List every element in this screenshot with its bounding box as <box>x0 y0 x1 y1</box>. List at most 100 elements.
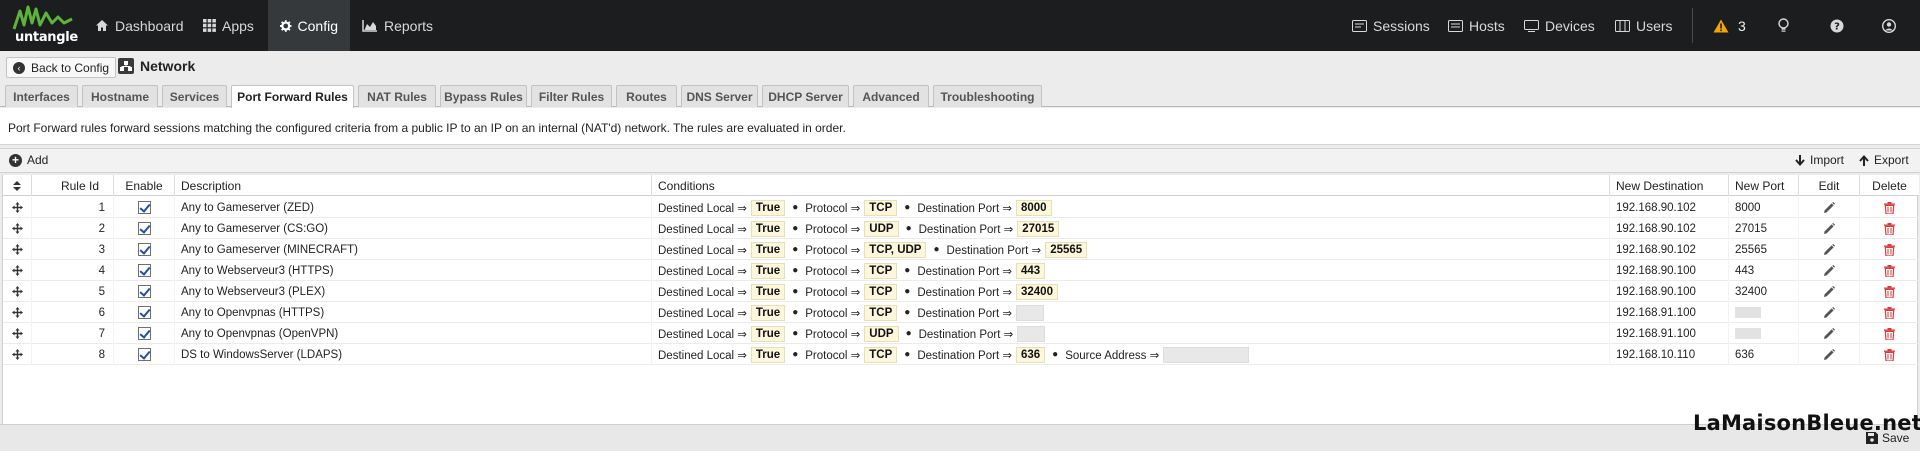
nav-apps[interactable]: Apps <box>191 0 266 51</box>
rule-id-column-header[interactable]: Rule Id <box>32 175 114 196</box>
trash-icon[interactable] <box>1884 243 1895 256</box>
rule-conditions: Destined Local ⇒ True ● Protocol ⇒ TCP ● Desti… <box>652 281 1610 302</box>
nav-users[interactable]: Users <box>1603 0 1685 51</box>
enable-checkbox[interactable] <box>137 264 151 277</box>
edit-cell <box>1799 218 1860 239</box>
enable-column-header[interactable]: Enable <box>114 175 175 196</box>
rule-description: Any to Gameserver (ZED) <box>175 197 652 218</box>
table-row[interactable]: 4 Any to Webserveur3 (HTTPS) Destined Loca… <box>3 260 1919 281</box>
drag-handle[interactable] <box>3 323 32 344</box>
tab-hostname[interactable]: Hostname <box>82 85 158 107</box>
arrow-down-icon <box>1795 154 1805 166</box>
enable-checkbox[interactable] <box>137 222 151 235</box>
drag-handle[interactable] <box>3 281 32 302</box>
bullet-separator: ● <box>904 202 911 213</box>
condition-value: True <box>750 304 786 321</box>
pencil-icon[interactable] <box>1823 327 1835 340</box>
trash-icon[interactable] <box>1884 327 1895 340</box>
enable-checkbox[interactable] <box>137 348 151 361</box>
enable-checkbox[interactable] <box>137 285 151 298</box>
pencil-icon[interactable] <box>1823 285 1835 298</box>
drag-handle[interactable] <box>3 260 32 281</box>
nav-config[interactable]: Config <box>268 0 350 51</box>
tab-routes[interactable]: Routes <box>616 85 677 107</box>
table-row[interactable]: 2 Any to Gameserver (CS:GO) Destined Local… <box>3 218 1919 239</box>
add-rule-label: Add <box>27 153 49 167</box>
new-port-column-header[interactable]: New Port <box>1729 175 1799 196</box>
tab-filter-rules[interactable]: Filter Rules <box>531 85 612 107</box>
import-button[interactable]: Import <box>1795 153 1844 167</box>
rule-id: 1 <box>32 197 114 218</box>
tab-nat-rules[interactable]: NAT Rules <box>358 85 436 107</box>
back-to-config-button[interactable]: ‹ Back to Config <box>6 57 117 78</box>
tab-bypass-rules[interactable]: Bypass Rules <box>440 85 527 107</box>
tab-troubleshooting[interactable]: Troubleshooting <box>933 85 1042 107</box>
enable-checkbox[interactable] <box>137 201 151 214</box>
enable-checkbox[interactable] <box>137 243 151 256</box>
condition: Destination Port ⇒ 25565 <box>947 241 1088 258</box>
nav-devices[interactable]: Devices <box>1512 0 1607 51</box>
table-row[interactable]: 3 Any to Gameserver (MINECRAFT) Destined L… <box>3 239 1919 260</box>
nav-tips[interactable] <box>1766 0 1807 51</box>
nav-sessions[interactable]: Sessions <box>1340 0 1442 51</box>
conditions-column-header[interactable]: Conditions <box>652 175 1610 196</box>
nav-hosts[interactable]: Hosts <box>1436 0 1517 51</box>
column-label: Edit <box>1818 178 1840 193</box>
pencil-icon[interactable] <box>1823 243 1835 256</box>
nav-dashboard[interactable]: Dashboard <box>83 0 196 51</box>
pencil-icon[interactable] <box>1823 201 1835 214</box>
enable-checkbox[interactable] <box>137 327 151 340</box>
tab-dns-server[interactable]: DNS Server <box>681 85 758 107</box>
table-row[interactable]: 5 Any to Webserveur3 (PLEX) Destined Local… <box>3 281 1919 302</box>
pencil-icon[interactable] <box>1823 306 1835 319</box>
pencil-icon[interactable] <box>1823 348 1835 361</box>
trash-icon[interactable] <box>1884 348 1895 361</box>
new-destination-column-header[interactable]: New Destination <box>1610 175 1729 196</box>
condition: Destined Local ⇒ True <box>658 220 786 237</box>
table-row[interactable]: 7 Any to Openvpnas (OpenVPN) Destined Loca… <box>3 323 1919 344</box>
tab-port-forward-rules[interactable]: Port Forward Rules <box>231 85 354 108</box>
delete-cell <box>1860 344 1919 365</box>
nav-divider <box>1692 8 1693 43</box>
enable-checkbox[interactable] <box>137 306 151 319</box>
drag-handle[interactable] <box>3 344 32 365</box>
export-button[interactable]: Export <box>1859 153 1909 167</box>
condition-label: Protocol ⇒ <box>805 202 861 215</box>
nav-reports[interactable]: Reports <box>350 0 445 51</box>
new-port-value <box>1735 307 1761 318</box>
table-row[interactable]: 8 DS to WindowsServer (LDAPS) Destined Loc… <box>3 344 1919 365</box>
delete-cell <box>1860 281 1919 302</box>
condition: Source Address ⇒ <box>1065 346 1250 363</box>
table-row[interactable]: 6 Any to Openvpnas (HTTPS) Destined Local … <box>3 302 1919 323</box>
nav-alerts[interactable]: 3 <box>1701 0 1758 51</box>
drag-handle[interactable] <box>3 239 32 260</box>
add-rule-button[interactable]: + Add <box>9 153 48 167</box>
pencil-icon[interactable] <box>1823 264 1835 277</box>
enable-cell <box>114 344 175 365</box>
pencil-icon[interactable] <box>1823 222 1835 235</box>
trash-icon[interactable] <box>1884 306 1895 319</box>
trash-icon[interactable] <box>1884 285 1895 298</box>
trash-icon[interactable] <box>1884 264 1895 277</box>
condition-value: 32400 <box>1015 283 1058 300</box>
description-column-header[interactable]: Description <box>175 175 652 196</box>
drag-handle[interactable] <box>3 218 32 239</box>
trash-icon[interactable] <box>1884 201 1895 214</box>
tab-interfaces[interactable]: Interfaces <box>5 85 78 107</box>
drag-handle[interactable] <box>3 302 32 323</box>
condition: Protocol ⇒ TCP <box>805 199 898 216</box>
tab-services[interactable]: Services <box>162 85 227 107</box>
new-port-value: 32400 <box>1735 285 1767 298</box>
tab-advanced[interactable]: Advanced <box>853 85 929 107</box>
sort-icon <box>13 180 21 191</box>
nav-account[interactable] <box>1870 0 1914 51</box>
tab-label: Advanced <box>862 89 920 104</box>
nav-help[interactable]: ? <box>1818 0 1862 51</box>
edit-cell <box>1799 197 1860 218</box>
table-row[interactable]: 1 Any to Gameserver (ZED) Destined Local ⇒… <box>3 197 1919 218</box>
trash-icon[interactable] <box>1884 222 1895 235</box>
new-port: 443 <box>1729 260 1799 281</box>
drag-handle[interactable] <box>3 197 32 218</box>
tab-dhcp-server[interactable]: DHCP Server <box>762 85 849 107</box>
export-label: Export <box>1874 153 1909 167</box>
